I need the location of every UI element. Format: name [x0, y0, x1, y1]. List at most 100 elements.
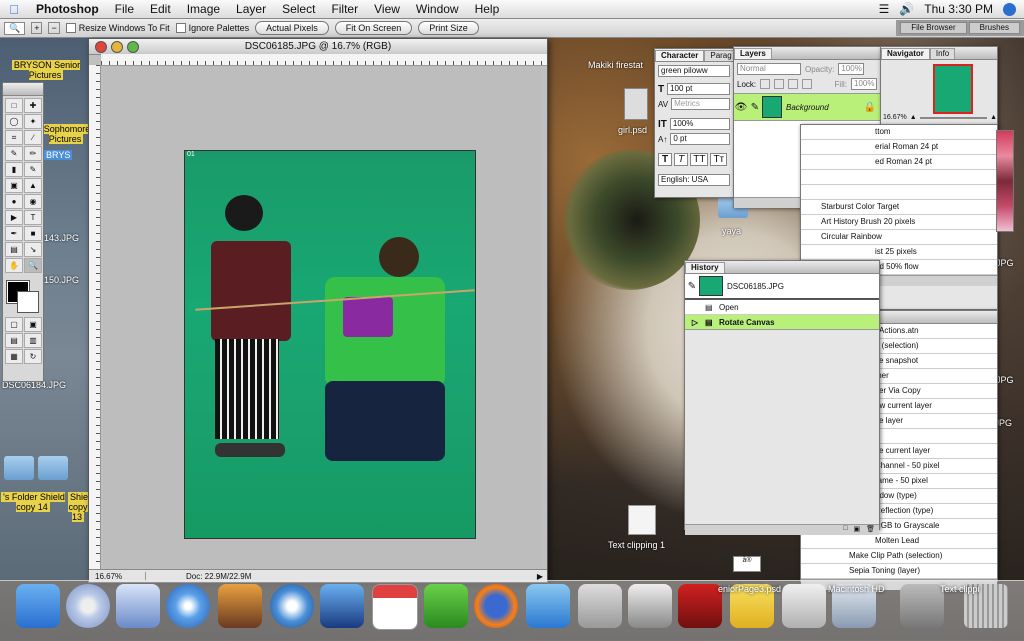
- desktop-file-girl[interactable]: girl.psd: [618, 125, 647, 135]
- vertical-ruler[interactable]: [89, 65, 101, 570]
- new-document-icon[interactable]: □: [843, 525, 847, 535]
- desktop-item-makiki[interactable]: Makiki firestat: [588, 60, 643, 70]
- eyedropper-icon[interactable]: ↘: [24, 242, 42, 257]
- faux-bold-icon[interactable]: T: [658, 153, 673, 166]
- desktop-folder-bryson-short[interactable]: BRYS: [44, 150, 73, 160]
- close-button[interactable]: [95, 41, 107, 53]
- navigator-zoom[interactable]: 16.67%: [883, 114, 907, 121]
- imageready-icon[interactable]: ↻: [24, 349, 42, 364]
- blur-tool-icon[interactable]: ●: [5, 194, 23, 209]
- tab-info[interactable]: Info: [929, 48, 956, 59]
- lasso-tool-icon[interactable]: ◯: [5, 114, 23, 129]
- list-item[interactable]: [801, 170, 997, 185]
- scissors-icon[interactable]: [578, 584, 622, 628]
- fullscreen-menu-icon[interactable]: ▥: [24, 333, 42, 348]
- fill-field[interactable]: 100%: [851, 78, 877, 90]
- menu-select[interactable]: Select: [274, 2, 323, 16]
- tab-navigator[interactable]: Navigator: [881, 48, 930, 59]
- brushes-tab[interactable]: Brushes: [968, 22, 1020, 34]
- app-menu[interactable]: Photoshop: [28, 2, 107, 16]
- folder-icon[interactable]: [38, 456, 68, 480]
- menu-edit[interactable]: Edit: [142, 2, 179, 16]
- spotlight-icon[interactable]: [1003, 2, 1016, 16]
- small-clipping-box[interactable]: å®: [733, 556, 761, 572]
- stamp-tool-icon[interactable]: ▮: [5, 162, 23, 177]
- list-item[interactable]: ed Roman 24 pt: [801, 155, 997, 170]
- dodge-tool-icon[interactable]: ◉: [24, 194, 42, 209]
- list-item[interactable]: Starburst Color Target: [801, 200, 997, 215]
- canvas-area[interactable]: 01: [101, 66, 541, 569]
- zoom-slider[interactable]: [919, 116, 988, 119]
- desktop-folder-bryson[interactable]: BRYSON Senior Pictures: [8, 60, 84, 80]
- magic-wand-icon[interactable]: ✦: [24, 114, 42, 129]
- safari-icon[interactable]: [166, 584, 210, 628]
- word-icon[interactable]: [526, 584, 570, 628]
- desktop-folder-sophomore[interactable]: Sophomore Pictures: [40, 124, 92, 144]
- tab-history[interactable]: History: [685, 262, 725, 273]
- crop-tool-icon[interactable]: ⌗: [5, 130, 23, 145]
- itunes-disc-icon[interactable]: [270, 584, 314, 628]
- tab-character[interactable]: Character: [655, 50, 705, 61]
- history-state-slider-icon[interactable]: ▷: [685, 318, 705, 327]
- girl-psd-thumbnail[interactable]: [624, 88, 648, 120]
- menu-window[interactable]: Window: [408, 2, 467, 16]
- wifi-icon[interactable]: ☰: [879, 2, 890, 16]
- iphoto-icon[interactable]: [218, 584, 262, 628]
- standard-mode-icon[interactable]: ▢: [5, 317, 23, 332]
- action-row[interactable]: Molten Lead: [801, 534, 997, 549]
- screen-mode-icon[interactable]: ▤: [5, 333, 23, 348]
- vertical-scale-field[interactable]: 100%: [669, 118, 730, 130]
- menu-filter[interactable]: Filter: [323, 2, 366, 16]
- history-brush-source-icon[interactable]: ✎: [685, 281, 699, 292]
- healing-brush-icon[interactable]: ✎: [5, 146, 23, 161]
- menu-view[interactable]: View: [366, 2, 408, 16]
- shape-tool-icon[interactable]: ■: [24, 226, 42, 241]
- history-brush-icon[interactable]: ✎: [24, 162, 42, 177]
- print-size-button[interactable]: Print Size: [418, 21, 479, 35]
- desktop-file-143[interactable]: 143.JPG: [44, 233, 79, 243]
- marquee-tool-icon[interactable]: □: [5, 98, 23, 113]
- background-color[interactable]: [17, 291, 39, 313]
- layer-row-background[interactable]: 👁 ✎ Background 🔒: [734, 93, 880, 121]
- list-item[interactable]: erial Roman 24 pt: [801, 140, 997, 155]
- bucket-tool-icon[interactable]: ▲: [24, 178, 42, 193]
- dvd-player-icon[interactable]: [66, 584, 110, 628]
- desktop-folder-shield-14[interactable]: 's Folder Shield copy 14: [0, 492, 66, 512]
- desktop-file-150[interactable]: 150.JPG: [44, 275, 79, 285]
- list-item[interactable]: ttom: [801, 125, 997, 140]
- history-state-open[interactable]: ▤ Open: [685, 300, 879, 315]
- baseline-field[interactable]: 0 pt: [670, 133, 730, 145]
- hand-tool-icon[interactable]: ✋: [5, 258, 23, 273]
- horizontal-ruler[interactable]: [101, 54, 547, 66]
- apple-menu-icon[interactable]: : [0, 2, 28, 17]
- brush-link-icon[interactable]: ✎: [748, 102, 762, 113]
- tab-layers[interactable]: Layers: [734, 48, 772, 59]
- minimized-window-icon[interactable]: [900, 584, 944, 628]
- list-item[interactable]: ist 25 pixels: [801, 245, 997, 260]
- swatches-palette[interactable]: [996, 130, 1014, 232]
- menu-help[interactable]: Help: [467, 2, 508, 16]
- visibility-eye-icon[interactable]: 👁: [734, 102, 748, 113]
- zoom-out-small-icon[interactable]: ▲: [910, 114, 917, 121]
- language-select[interactable]: English: USA: [658, 174, 730, 186]
- small-caps-icon[interactable]: Tт: [710, 153, 728, 166]
- volume-icon[interactable]: 🔊: [899, 2, 914, 16]
- file-browser-tab[interactable]: File Browser: [900, 22, 967, 34]
- kerning-field[interactable]: Metrics: [671, 98, 730, 110]
- desktop-text-clipping[interactable]: Text clipping 1: [608, 540, 665, 550]
- faux-italic-icon[interactable]: T: [674, 153, 689, 166]
- itunes-icon[interactable]: [116, 584, 160, 628]
- folder-icon[interactable]: [4, 456, 34, 480]
- font-family-field[interactable]: green piloww: [658, 65, 730, 77]
- new-snapshot-icon[interactable]: ▣: [853, 525, 860, 535]
- fullscreen-icon[interactable]: ▦: [5, 349, 23, 364]
- text-clipping-icon[interactable]: [628, 505, 656, 535]
- document-titlebar[interactable]: DSC06185.JPG @ 16.7% (RGB): [89, 39, 547, 55]
- zoom-tool-palette-icon[interactable]: 🔍: [24, 258, 42, 273]
- actual-pixels-button[interactable]: Actual Pixels: [255, 21, 329, 35]
- history-snapshot-row[interactable]: ✎ DSC06185.JPG: [685, 274, 879, 300]
- blend-mode-select[interactable]: Normal: [737, 63, 801, 75]
- navigator-preview[interactable]: [933, 64, 973, 114]
- action-row[interactable]: Sepia Toning (layer): [801, 564, 997, 579]
- quickmask-mode-icon[interactable]: ▣: [24, 317, 42, 332]
